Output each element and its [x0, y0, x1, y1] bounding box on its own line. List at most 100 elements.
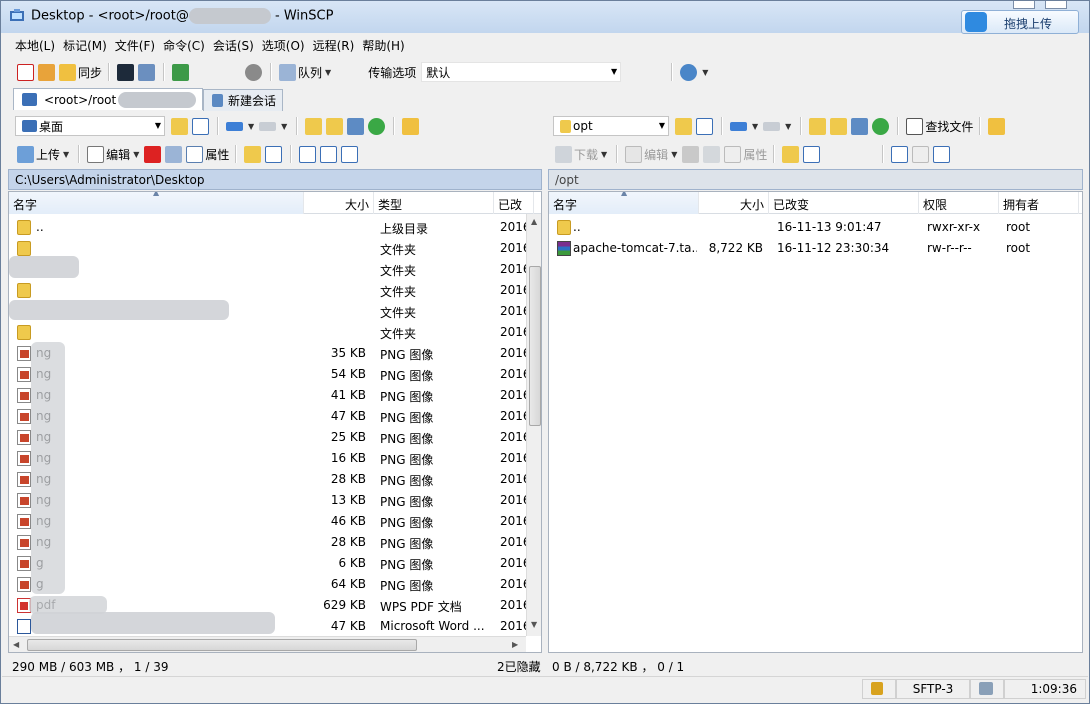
refresh-icon[interactable]: [368, 117, 386, 135]
queue-label[interactable]: 队列: [298, 64, 322, 81]
table-row[interactable]: g 6 KB PNG 图像 2016: [9, 553, 541, 574]
table-row[interactable]: ng 35 KB PNG 图像 2016: [9, 343, 541, 364]
table-row[interactable]: ng 28 KB PNG 图像 2016: [9, 532, 541, 553]
globe-icon[interactable]: [680, 63, 698, 81]
remote-location-select[interactable]: opt ▼: [553, 116, 669, 136]
chevron-down-icon[interactable]: ▼: [133, 150, 139, 159]
scroll-right-arrow-icon[interactable]: ▶: [512, 640, 518, 649]
close-button[interactable]: [1045, 1, 1067, 9]
column-size[interactable]: 大小: [699, 192, 769, 214]
upload-label[interactable]: 上传: [36, 146, 60, 163]
table-row[interactable]: 文件夹 2016: [9, 280, 541, 301]
filter-select-icon[interactable]: [933, 145, 951, 163]
new-folder-icon[interactable]: [782, 145, 800, 163]
edit-label[interactable]: 编辑: [106, 146, 130, 163]
table-row[interactable]: g 64 KB PNG 图像 2016: [9, 574, 541, 595]
table-row[interactable]: ng 28 KB PNG 图像 2016: [9, 469, 541, 490]
root-directory-icon[interactable]: [830, 117, 848, 135]
home-icon[interactable]: [851, 117, 869, 135]
menu-help[interactable]: 帮助(H): [358, 35, 408, 55]
scroll-down-arrow-icon[interactable]: ▼: [531, 620, 537, 629]
table-row[interactable]: ng 41 KB PNG 图像 2016: [9, 385, 541, 406]
tree-view-icon[interactable]: [402, 117, 420, 135]
unselect-icon[interactable]: [320, 145, 338, 163]
column-changed[interactable]: 已改变: [769, 192, 919, 214]
chevron-down-icon[interactable]: ▼: [702, 68, 708, 77]
chevron-down-icon[interactable]: ▼: [248, 122, 254, 131]
rename-icon[interactable]: [165, 145, 183, 163]
table-row[interactable]: apache-tomcat-7.ta... 8,722 KB 16-11-12 23…: [549, 238, 1082, 259]
menu-command[interactable]: 命令(C): [159, 35, 209, 55]
scroll-left-arrow-icon[interactable]: ◀: [13, 640, 19, 649]
tab-session[interactable]: <root>/root: [13, 88, 203, 110]
root-directory-icon[interactable]: [326, 117, 344, 135]
chevron-down-icon[interactable]: ▼: [752, 122, 758, 131]
filter-select-icon[interactable]: [341, 145, 359, 163]
gear-icon[interactable]: [245, 63, 263, 81]
table-row[interactable]: ng 16 KB PNG 图像 2016: [9, 448, 541, 469]
table-row[interactable]: ng 46 KB PNG 图像 2016: [9, 511, 541, 532]
select-icon[interactable]: [891, 145, 909, 163]
column-name[interactable]: 名字 ▲: [9, 192, 304, 214]
edit-icon[interactable]: [87, 145, 105, 163]
chevron-down-icon[interactable]: ▼: [325, 68, 331, 77]
local-hidden-count[interactable]: 2已隐藏: [497, 658, 541, 675]
drag-upload-button[interactable]: 拖拽上传: [961, 10, 1079, 34]
parent-directory-icon[interactable]: [305, 117, 323, 135]
column-type[interactable]: 类型: [374, 192, 494, 214]
tab-new-session[interactable]: 新建会话: [203, 89, 283, 111]
menu-remote[interactable]: 远程(R): [309, 35, 359, 55]
table-row[interactable]: ng 54 KB PNG 图像 2016: [9, 364, 541, 385]
remote-file-list[interactable]: 名字 ▲ 大小 已改变 权限 拥有者 .. 16-11-13 9:01:47 rwxr…: [548, 191, 1083, 653]
local-vertical-scrollbar[interactable]: ▲ ▼: [526, 214, 541, 636]
column-owner[interactable]: 拥有者: [999, 192, 1079, 214]
properties-icon[interactable]: [186, 145, 204, 163]
transfer-preset-select[interactable]: 默认 ▼: [421, 62, 622, 82]
table-row[interactable]: 文件夹 2016: [9, 259, 541, 280]
local-scroll-thumb[interactable]: [529, 266, 541, 426]
synchronize-browsing-icon[interactable]: [38, 63, 55, 81]
open-folder-icon[interactable]: [171, 117, 188, 135]
upload-icon[interactable]: [17, 145, 34, 163]
table-row[interactable]: ng 47 KB PNG 图像 2016: [9, 406, 541, 427]
filter-icon[interactable]: [192, 117, 209, 135]
sync-icon[interactable]: [59, 63, 76, 81]
compare-directories-icon[interactable]: [17, 63, 34, 81]
column-changed[interactable]: 已改: [494, 192, 534, 214]
table-row[interactable]: 文件夹 2016: [9, 238, 541, 259]
column-rights[interactable]: 权限: [919, 192, 999, 214]
menu-file[interactable]: 文件(F): [111, 35, 159, 55]
putty-icon[interactable]: [138, 63, 156, 81]
new-file-icon[interactable]: [265, 145, 283, 163]
filter-icon[interactable]: [696, 117, 713, 135]
preferences-icon[interactable]: [172, 63, 190, 81]
back-arrow-icon[interactable]: [226, 121, 243, 131]
new-folder-icon[interactable]: [244, 145, 262, 163]
menu-options[interactable]: 选项(O): [258, 35, 309, 55]
local-file-list[interactable]: 名字 ▲ 大小 类型 已改 .. 上级目录 2016 文件夹 2016 文件夹 2016 文件夹…: [8, 191, 542, 653]
table-row[interactable]: .. 上级目录 2016: [9, 217, 541, 238]
table-row[interactable]: ng 25 KB PNG 图像 2016: [9, 427, 541, 448]
local-hscroll-thumb[interactable]: [27, 639, 417, 651]
table-row[interactable]: ng 13 KB PNG 图像 2016: [9, 490, 541, 511]
refresh-icon[interactable]: [872, 117, 890, 135]
menu-mark[interactable]: 标记(M): [59, 35, 111, 55]
new-file-icon[interactable]: [803, 145, 821, 163]
back-arrow-icon[interactable]: [730, 121, 747, 131]
terminal-icon[interactable]: [117, 63, 135, 81]
parent-directory-icon[interactable]: [809, 117, 827, 135]
properties-label[interactable]: 属性: [205, 146, 229, 163]
menu-session[interactable]: 会话(S): [209, 35, 258, 55]
table-row[interactable]: 文件夹 2016: [9, 322, 541, 343]
queue-icon[interactable]: [279, 63, 297, 81]
minimize-button[interactable]: [1013, 1, 1035, 9]
column-name[interactable]: 名字 ▲: [549, 192, 699, 214]
column-size[interactable]: 大小: [304, 192, 374, 214]
sync-label[interactable]: 同步: [78, 64, 102, 81]
local-horizontal-scrollbar[interactable]: ◀ ▶: [9, 636, 526, 652]
chevron-down-icon[interactable]: ▼: [63, 150, 69, 159]
open-folder-icon[interactable]: [675, 117, 692, 135]
table-row[interactable]: .. 16-11-13 9:01:47 rwxr-xr-x root: [549, 217, 1082, 238]
tree-view-icon[interactable]: [988, 117, 1006, 135]
home-icon[interactable]: [347, 117, 365, 135]
